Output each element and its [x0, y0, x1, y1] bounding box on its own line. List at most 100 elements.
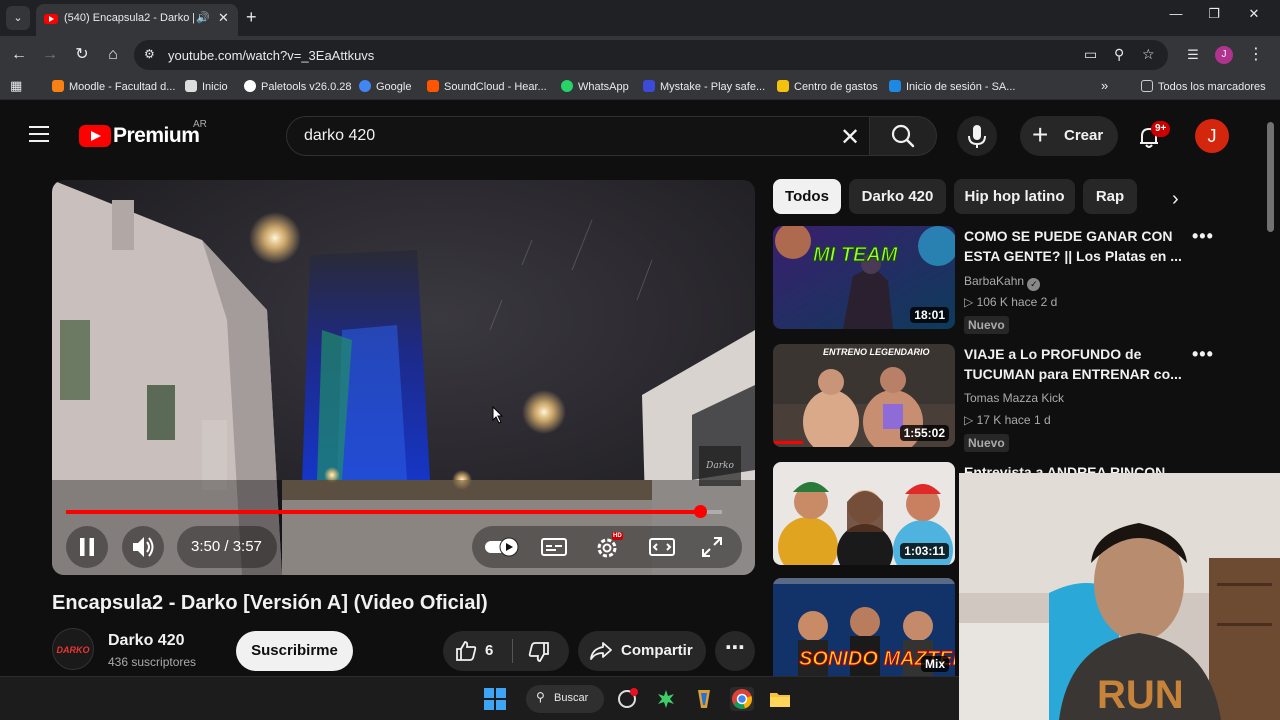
- chip-hip-hop-latino[interactable]: Hip hop latino: [954, 179, 1075, 214]
- subtitles-icon[interactable]: [540, 536, 568, 558]
- address-bar[interactable]: ⚙ youtube.com/watch?v=_3EaAttkuvs ▭ ⚲ ☆: [134, 40, 1168, 70]
- forward-arrow-icon[interactable]: →: [40, 45, 60, 65]
- search-box[interactable]: darko 420 ✕: [286, 116, 869, 156]
- pause-button[interactable]: [66, 526, 108, 568]
- login-icon: [889, 80, 901, 92]
- channel-name[interactable]: Darko 420: [108, 632, 185, 650]
- more-actions-icon[interactable]: ⋯: [715, 631, 755, 671]
- mix-label: Mix: [920, 656, 949, 672]
- profile-avatar[interactable]: J: [1215, 46, 1233, 64]
- install-app-icon[interactable]: ▭: [1084, 46, 1097, 63]
- url-text[interactable]: youtube.com/watch?v=_3EaAttkuvs: [168, 48, 374, 63]
- back-arrow-icon[interactable]: ←: [9, 45, 29, 65]
- windows-start-icon[interactable]: [484, 688, 506, 710]
- close-tab-icon[interactable]: ✕: [218, 10, 229, 26]
- rec-title[interactable]: COMO SE PUEDE GANAR CON ESTA GENTE? || L…: [964, 226, 1192, 266]
- thumbnail-text: ENTRENO LEGENDARIO: [823, 347, 930, 357]
- progress-bar[interactable]: [66, 505, 722, 518]
- bookmark-inicio-sesion[interactable]: Inicio de sesión - SA...: [889, 80, 1015, 93]
- bookmark-centro-gastos[interactable]: Centro de gastos: [777, 80, 878, 93]
- rec-title[interactable]: VIAJE a Lo PROFUNDO de TUCUMAN para ENTR…: [964, 344, 1192, 384]
- rec-channel[interactable]: BarbaKahn ✓: [964, 274, 1041, 291]
- search-input[interactable]: darko 420: [304, 127, 375, 145]
- account-avatar[interactable]: J: [1195, 119, 1229, 153]
- channel-avatar[interactable]: DARKO: [52, 628, 94, 670]
- create-button[interactable]: + Crear: [1020, 116, 1118, 156]
- reload-icon[interactable]: ↻: [72, 45, 92, 65]
- chip-darko-420[interactable]: Darko 420: [849, 179, 946, 214]
- autoplay-toggle-icon[interactable]: [484, 537, 520, 557]
- tab-search-chevron-icon[interactable]: ⌄: [6, 6, 30, 30]
- hamburger-menu-icon[interactable]: [29, 126, 49, 144]
- scrollbar-thumb[interactable]: [1267, 122, 1274, 232]
- video-frame[interactable]: [52, 180, 755, 575]
- chip-todos[interactable]: Todos: [773, 179, 841, 214]
- theater-mode-icon[interactable]: [648, 536, 676, 558]
- folder-icon: [1141, 80, 1153, 92]
- restore-icon[interactable]: ❐: [1202, 6, 1226, 22]
- volume-button[interactable]: [122, 526, 164, 568]
- media-control-icon[interactable]: ☰: [1183, 45, 1203, 65]
- new-badge: Nuevo: [964, 316, 1009, 334]
- browser-tab-active[interactable]: (540) Encapsula2 - Darko [V 🔊 ✕: [36, 4, 238, 36]
- clear-search-icon[interactable]: ✕: [840, 123, 860, 152]
- rec-channel[interactable]: Tomas Mazza Kick: [964, 391, 1064, 405]
- subscribe-button[interactable]: Suscribirme: [236, 631, 353, 671]
- chevron-right-icon[interactable]: ›: [1172, 188, 1179, 211]
- apps-grid-icon[interactable]: ▦: [10, 78, 22, 94]
- bookmark-star-icon[interactable]: ☆: [1142, 46, 1155, 63]
- dislike-thumbs-down-icon[interactable]: [527, 640, 551, 664]
- window-close-icon[interactable]: ✕: [1242, 6, 1266, 22]
- more-options-icon[interactable]: •••: [1192, 344, 1214, 365]
- bookmark-soundcloud[interactable]: SoundCloud - Hear...: [427, 80, 547, 93]
- share-button[interactable]: Compartir: [578, 631, 706, 671]
- logo-premium-text[interactable]: Premium: [113, 124, 200, 148]
- mystake-icon: [643, 80, 655, 92]
- home-icon[interactable]: ⌂: [103, 45, 123, 65]
- bookmark-whatsapp[interactable]: WhatsApp: [561, 80, 629, 93]
- video-title: Encapsula2 - Darko [Versión A] (Video Of…: [52, 592, 488, 614]
- file-explorer-icon[interactable]: [768, 687, 792, 711]
- soundcloud-icon: [427, 80, 439, 92]
- like-thumbs-up-icon[interactable]: [454, 639, 478, 663]
- receipt-icon: [777, 80, 789, 92]
- zoom-icon[interactable]: ⚲: [1114, 46, 1124, 63]
- notification-count-badge: 9+: [1151, 121, 1171, 137]
- speaker-icon[interactable]: 🔊: [196, 11, 210, 24]
- youtube-logo-icon[interactable]: [79, 125, 111, 147]
- chrome-menu-icon[interactable]: ⋮: [1246, 45, 1266, 65]
- bookmark-mystake[interactable]: Mystake - Play safe...: [643, 80, 765, 93]
- taskbar-search[interactable]: ⚲ Buscar: [526, 685, 604, 713]
- rec-thumbnail[interactable]: ENTRENO LEGENDARIO 1:55:02: [773, 344, 955, 447]
- page-icon: [185, 80, 197, 92]
- app-icon-green[interactable]: [654, 687, 678, 711]
- more-options-icon[interactable]: •••: [1192, 226, 1214, 247]
- progress-scrubber[interactable]: [693, 505, 707, 518]
- bookmark-inicio[interactable]: Inicio: [185, 80, 228, 93]
- app-icon-game[interactable]: [692, 687, 716, 711]
- rec-thumbnail[interactable]: 1:03:11: [773, 462, 955, 565]
- fullscreen-icon[interactable]: [700, 535, 724, 559]
- chip-rap[interactable]: Rap: [1083, 179, 1137, 214]
- task-view-icon[interactable]: [616, 687, 640, 711]
- youtube-favicon-icon: [44, 14, 58, 24]
- search-button[interactable]: [869, 116, 937, 156]
- browser-toolbar: ← → ↻ ⌂ ⚙ youtube.com/watch?v=_3EaAttkuv…: [0, 36, 1280, 74]
- site-settings-icon[interactable]: ⚙: [144, 47, 155, 61]
- like-dislike-group: 6: [443, 631, 569, 671]
- webcam-overlay: RUN: [959, 473, 1280, 720]
- all-bookmarks-folder[interactable]: Todos los marcadores: [1141, 80, 1266, 93]
- bookmarks-bar: ▦ Moodle - Facultad d... Inicio Paletool…: [0, 74, 1280, 100]
- browser-tab-strip: ⌄ (540) Encapsula2 - Darko [V 🔊 ✕ + — ❐ …: [0, 0, 1280, 36]
- chrome-icon[interactable]: [730, 687, 754, 711]
- bookmark-paletools[interactable]: Paletools v26.0.28: [244, 80, 352, 93]
- video-player[interactable]: Darko 3:50 / 3:57 HD: [52, 180, 755, 575]
- minimize-icon[interactable]: —: [1164, 6, 1188, 21]
- bookmark-moodle[interactable]: Moodle - Facultad d...: [52, 80, 175, 93]
- voice-search-button[interactable]: [957, 116, 997, 156]
- more-bookmarks-chevron-icon[interactable]: »: [1101, 78, 1108, 93]
- rec-thumbnail[interactable]: MI TEAM 18:01: [773, 226, 955, 329]
- new-tab-plus-icon[interactable]: +: [246, 6, 257, 28]
- bookmark-google[interactable]: Google: [359, 80, 411, 93]
- rec-thumbnail[interactable]: SONIDO MAZTER Mix: [773, 578, 955, 676]
